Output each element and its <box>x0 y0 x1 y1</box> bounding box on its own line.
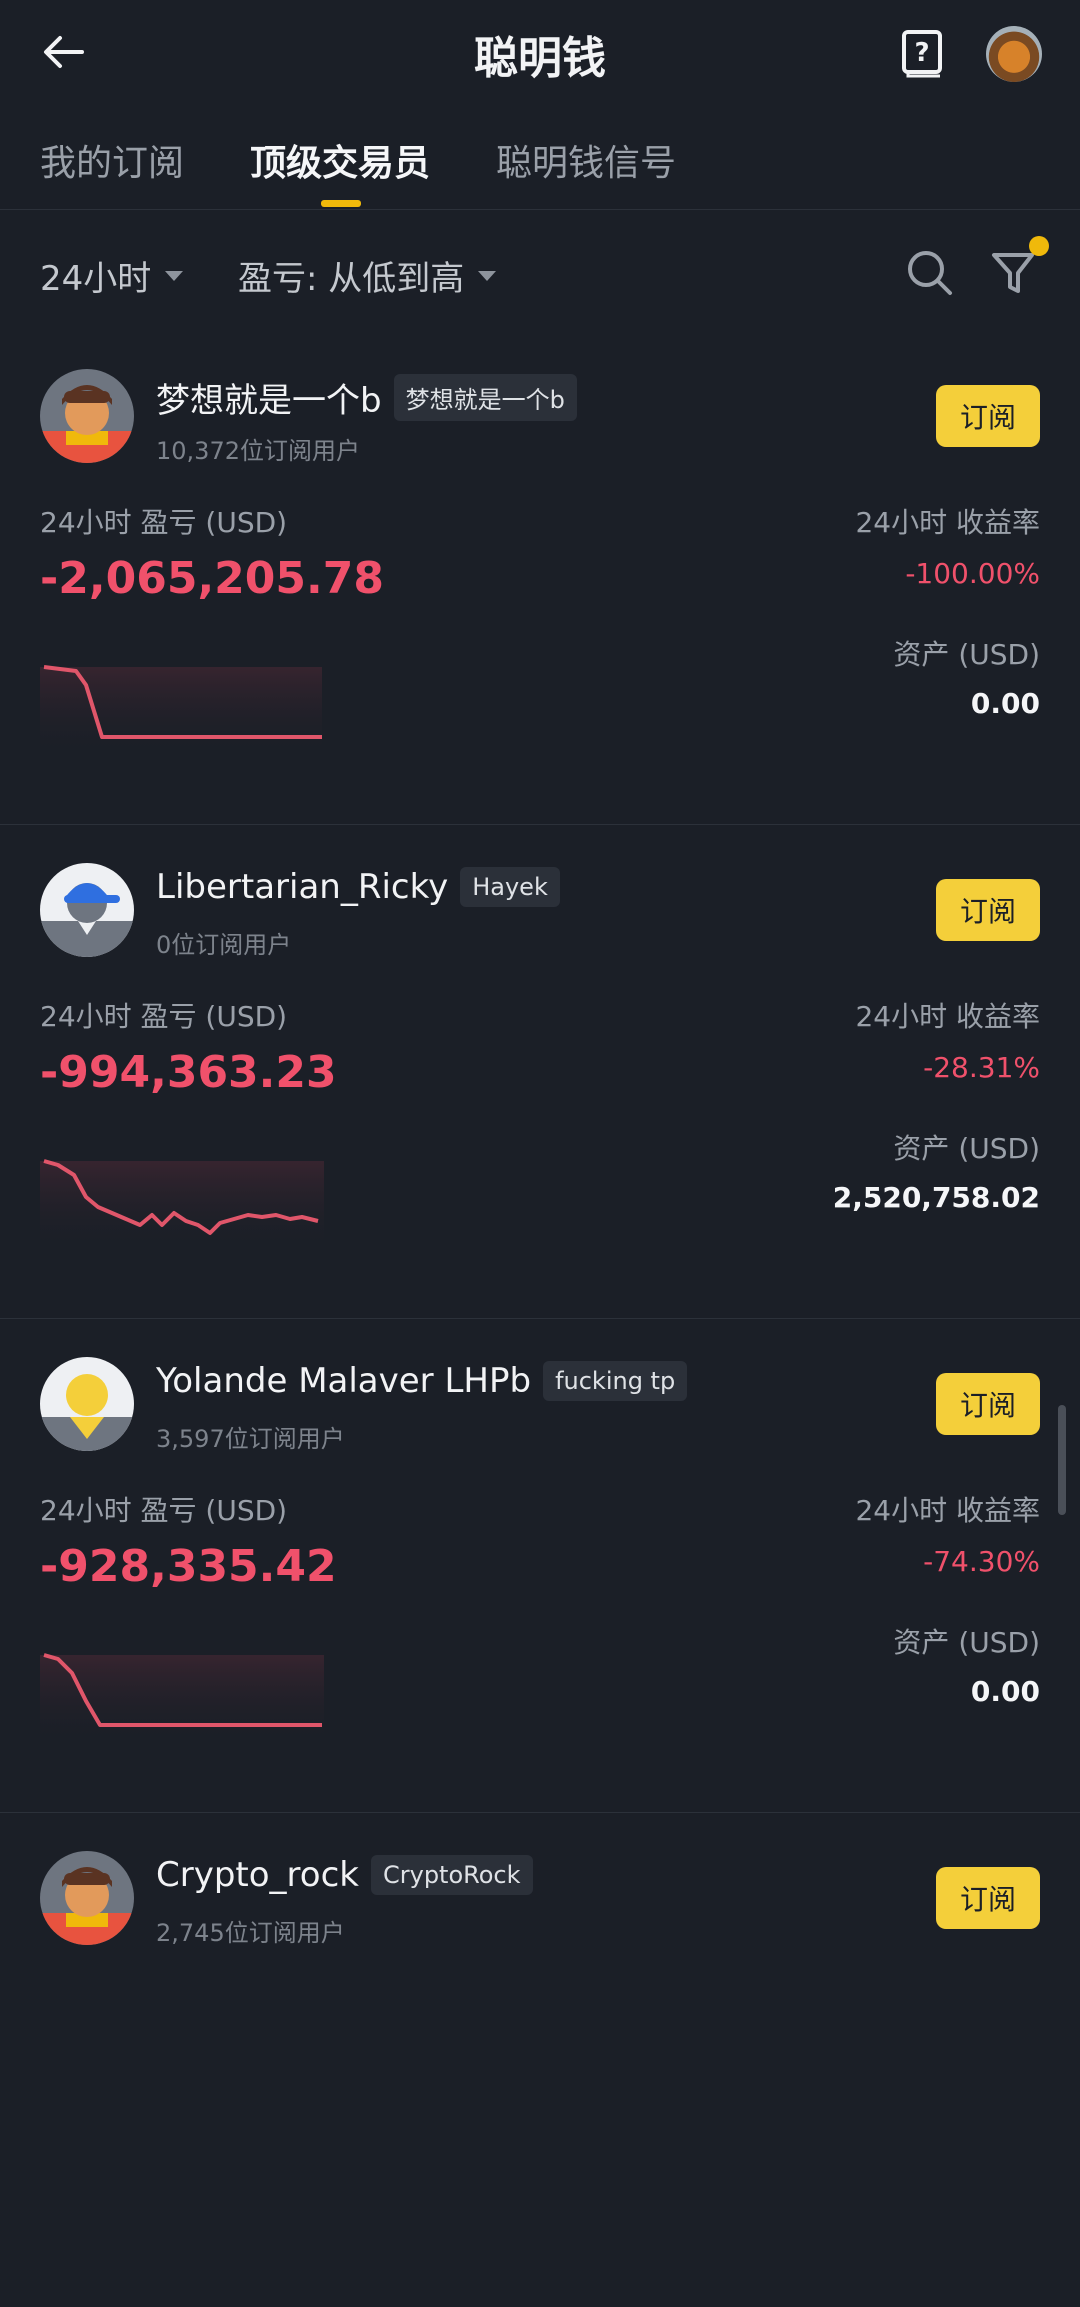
caret-down-icon <box>165 270 184 281</box>
assets-label: 资产 (USD) <box>893 1132 1040 1165</box>
roi-value: -74.30% <box>923 1545 1040 1578</box>
trader-card[interactable]: Crypto_rock CryptoRock 2,745位订阅用户 订阅 <box>0 1813 1080 2307</box>
pnl-value: -2,065,205.78 <box>40 553 384 604</box>
trader-name[interactable]: 梦想就是一个b <box>156 373 382 422</box>
trader-tag: Hayek <box>460 867 560 907</box>
roi-value: -28.31% <box>923 1051 1040 1084</box>
trader-name[interactable]: Yolande Malaver LHPb <box>156 1361 531 1401</box>
subscriber-count: 3,597位订阅用户 <box>156 1425 345 1453</box>
pnl-value: -928,335.42 <box>40 1541 337 1592</box>
roi-value: -100.00% <box>905 557 1040 590</box>
period-label: 24小时 <box>40 259 152 299</box>
filter-bar: 24小时 盈亏: 从低到高 <box>0 211 1080 331</box>
pnl-value: -994,363.23 <box>40 1047 337 1098</box>
cartoon-person-avatar-icon <box>40 1851 134 1945</box>
subscriber-count: 2,745位订阅用户 <box>156 1919 345 1947</box>
roi-label: 24小时 收益率 <box>855 1494 1040 1527</box>
subscribe-button[interactable]: 订阅 <box>936 385 1040 447</box>
roi-label: 24小时 收益率 <box>855 506 1040 539</box>
sort-label: 盈亏: 从低到高 <box>238 259 465 299</box>
svg-text:?: ? <box>914 38 929 68</box>
cartoon-person-avatar-icon <box>40 369 134 463</box>
trader-card[interactable]: Yolande Malaver LHPb fucking tp 3,597位订阅… <box>0 1319 1080 1813</box>
subscribe-button[interactable]: 订阅 <box>936 879 1040 941</box>
tab-bar: 我的订阅 顶级交易员 聪明钱信号 <box>0 104 1080 210</box>
assets-value: 2,520,758.02 <box>832 1181 1040 1214</box>
trader-name-row: Libertarian_Ricky Hayek <box>156 867 560 907</box>
subscriber-count: 0位订阅用户 <box>156 931 292 959</box>
trader-tag: CryptoRock <box>370 1855 533 1895</box>
trader-name[interactable]: Libertarian_Ricky <box>156 867 448 907</box>
top-bar: 聪明钱 ? <box>0 0 1080 104</box>
trader-name[interactable]: Crypto_rock <box>156 1855 359 1895</box>
caret-down-icon <box>478 270 497 281</box>
period-dropdown[interactable]: 24小时 <box>40 251 184 300</box>
trader-name-row: Yolande Malaver LHPb fucking tp <box>156 1361 688 1401</box>
pnl-label: 24小时 盈亏 (USD) <box>40 1000 288 1033</box>
scrollbar-thumb[interactable] <box>1058 1405 1066 1515</box>
assets-value: 0.00 <box>970 1675 1040 1708</box>
roi-label: 24小时 收益率 <box>855 1000 1040 1033</box>
help-guide-icon[interactable]: ? <box>900 28 946 78</box>
pnl-sparkline <box>40 665 322 749</box>
user-avatar[interactable] <box>986 26 1042 82</box>
trader-name-row: 梦想就是一个b 梦想就是一个b <box>156 373 577 422</box>
trader-card[interactable]: 梦想就是一个b 梦想就是一个b 10,372位订阅用户 订阅 24小时 盈亏 (… <box>0 331 1080 825</box>
subscriber-count: 10,372位订阅用户 <box>156 437 360 465</box>
assets-label: 资产 (USD) <box>893 1626 1040 1659</box>
trader-name-row: Crypto_rock CryptoRock <box>156 1855 533 1895</box>
assets-label: 资产 (USD) <box>893 638 1040 671</box>
pnl-sparkline <box>40 1653 324 1737</box>
trader-tag: 梦想就是一个b <box>393 374 577 421</box>
trader-tag: fucking tp <box>543 1361 688 1401</box>
search-icon[interactable] <box>904 247 956 299</box>
subscribe-button[interactable]: 订阅 <box>936 1373 1040 1435</box>
active-tab-indicator <box>321 200 361 207</box>
filter-active-dot <box>1029 236 1049 256</box>
assets-value: 0.00 <box>970 687 1040 720</box>
sort-dropdown[interactable]: 盈亏: 从低到高 <box>238 251 497 300</box>
pnl-label: 24小时 盈亏 (USD) <box>40 506 288 539</box>
pnl-sparkline <box>40 1159 324 1243</box>
trader-card[interactable]: Libertarian_Ricky Hayek 0位订阅用户 订阅 24小时 盈… <box>0 825 1080 1319</box>
tab-smart-money-signals[interactable]: 聪明钱信号 <box>496 134 676 186</box>
tab-top-traders[interactable]: 顶级交易员 <box>250 134 430 186</box>
cap-person-avatar-icon <box>40 863 134 957</box>
yellow-person-avatar-icon <box>40 1357 134 1451</box>
subscribe-button[interactable]: 订阅 <box>936 1867 1040 1929</box>
tab-my-subscriptions[interactable]: 我的订阅 <box>40 134 184 186</box>
pnl-label: 24小时 盈亏 (USD) <box>40 1494 288 1527</box>
filter-funnel-icon[interactable] <box>988 247 1040 299</box>
